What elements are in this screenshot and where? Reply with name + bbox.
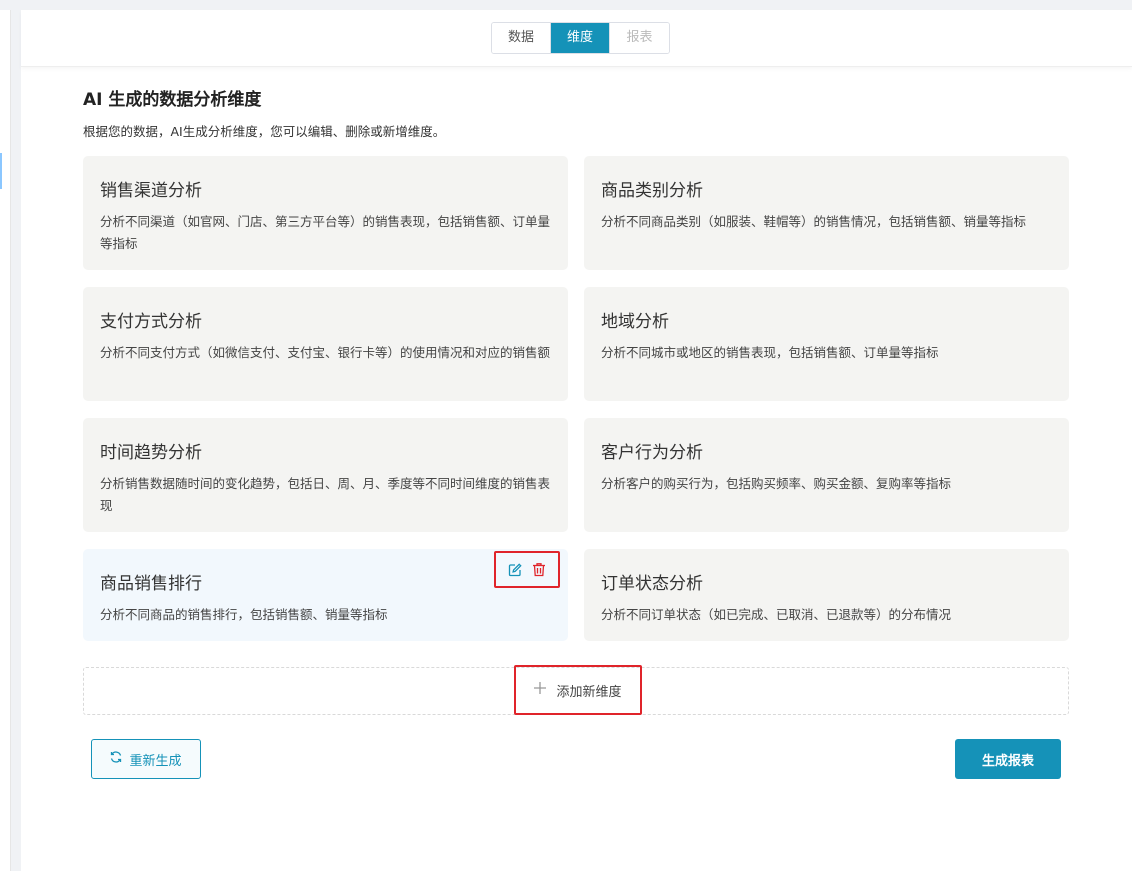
dimension-description: 分析不同城市或地区的销售表现，包括销售额、订单量等指标 <box>601 345 939 360</box>
dimension-description: 分析不同渠道（如官网、门店、第三方平台等）的销售表现，包括销售额、订单量等指标 <box>100 214 551 251</box>
dimension-title: 订单状态分析 <box>601 574 703 594</box>
section-title: AI 生成的数据分析维度 <box>83 90 262 110</box>
main-panel: 数据 维度 报表 AI 生成的数据分析维度 根据您的数据，AI生成分析维度，您可… <box>21 10 1132 871</box>
dimension-description: 分析不同支付方式（如微信支付、支付宝、银行卡等）的使用情况和对应的销售额 <box>100 345 551 360</box>
dimension-card[interactable]: 支付方式分析 分析不同支付方式（如微信支付、支付宝、银行卡等）的使用情况和对应的… <box>83 287 568 401</box>
generate-report-button[interactable]: 生成报表 <box>955 739 1061 779</box>
dimension-description: 分析不同订单状态（如已完成、已取消、已退款等）的分布情况 <box>601 607 952 622</box>
tab-data[interactable]: 数据 <box>492 23 551 53</box>
dimension-card[interactable]: 销售渠道分析 分析不同渠道（如官网、门店、第三方平台等）的销售表现，包括销售额、… <box>83 156 568 270</box>
plus-icon <box>534 682 547 698</box>
dimension-card[interactable]: 商品类别分析 分析不同商品类别（如服装、鞋帽等）的销售情况，包括销售额、销量等指… <box>584 156 1069 270</box>
dimension-card[interactable]: 时间趋势分析 分析销售数据随时间的变化趋势，包括日、周、月、季度等不同时间维度的… <box>83 418 568 532</box>
edit-icon[interactable] <box>507 562 523 578</box>
sidebar-indicator <box>0 153 2 189</box>
step-toolbar: 数据 维度 报表 <box>21 10 1132 67</box>
dimension-card-hovered[interactable]: 商品销售排行 分析不同商品的销售排行，包括销售额、销量等指标 <box>83 549 568 641</box>
refresh-icon <box>110 751 122 767</box>
dimension-card[interactable]: 客户行为分析 分析客户的购买行为，包括购买频率、购买金额、复购率等指标 <box>584 418 1069 532</box>
regenerate-button[interactable]: 重新生成 <box>91 739 201 779</box>
add-dimension-button[interactable]: 添加新维度 <box>514 665 642 715</box>
dimension-title: 地域分析 <box>601 312 669 332</box>
delete-icon[interactable] <box>531 562 547 578</box>
dimension-card[interactable]: 地域分析 分析不同城市或地区的销售表现，包括销售额、订单量等指标 <box>584 287 1069 401</box>
dimension-title: 销售渠道分析 <box>100 181 202 201</box>
dimension-title: 支付方式分析 <box>100 312 202 332</box>
card-action-group <box>494 551 560 588</box>
add-dimension-area[interactable]: 添加新维度 <box>83 665 1069 715</box>
add-dimension-label: 添加新维度 <box>556 684 622 700</box>
section-description: 根据您的数据，AI生成分析维度，您可以编辑、删除或新增维度。 <box>83 124 446 139</box>
left-sidebar-edge <box>0 10 11 871</box>
tab-dimensions[interactable]: 维度 <box>551 23 610 53</box>
dimension-title: 客户行为分析 <box>601 443 703 463</box>
tab-report: 报表 <box>610 23 669 53</box>
dimension-grid: 销售渠道分析 分析不同渠道（如官网、门店、第三方平台等）的销售表现，包括销售额、… <box>83 156 1069 641</box>
dimension-description: 分析不同商品类别（如服装、鞋帽等）的销售情况，包括销售额、销量等指标 <box>601 214 1027 229</box>
dimension-description: 分析销售数据随时间的变化趋势，包括日、周、月、季度等不同时间维度的销售表现 <box>100 476 551 513</box>
dimension-description: 分析不同商品的销售排行，包括销售额、销量等指标 <box>100 607 388 622</box>
dimension-title: 商品销售排行 <box>100 574 202 594</box>
regenerate-label: 重新生成 <box>129 753 182 769</box>
step-tabs: 数据 维度 报表 <box>491 22 670 54</box>
dimension-card[interactable]: 订单状态分析 分析不同订单状态（如已完成、已取消、已退款等）的分布情况 <box>584 549 1069 641</box>
dimension-description: 分析客户的购买行为，包括购买频率、购买金额、复购率等指标 <box>601 476 952 491</box>
dimension-title: 商品类别分析 <box>601 181 703 201</box>
dimension-title: 时间趋势分析 <box>100 443 202 463</box>
